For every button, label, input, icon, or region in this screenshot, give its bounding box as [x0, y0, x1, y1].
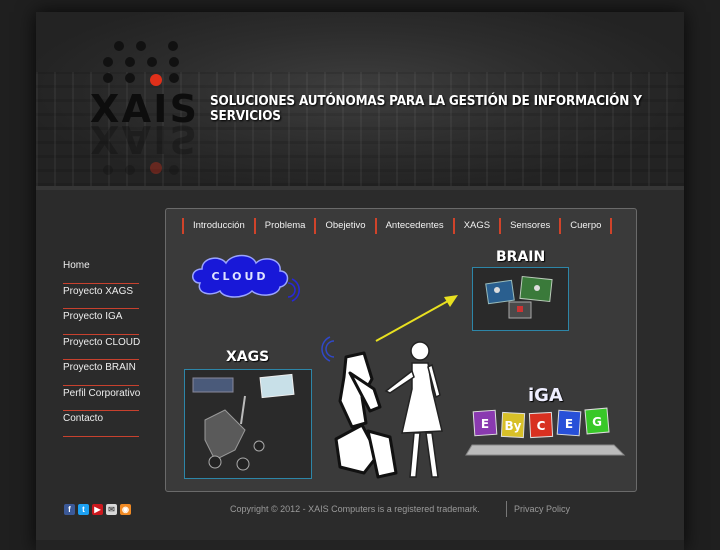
- footer-separator: [506, 501, 507, 517]
- sidebar-item-proyecto-iga[interactable]: Proyecto IGA: [63, 309, 139, 335]
- sidebar-item-contacto[interactable]: Contacto: [63, 411, 139, 437]
- facebook-icon[interactable]: f: [64, 504, 75, 515]
- twitter-icon[interactable]: t: [78, 504, 89, 515]
- sidebar-nav: Home Proyecto XAGS Proyecto IGA Proyecto…: [63, 258, 140, 437]
- xags-title: XAGS: [226, 349, 270, 365]
- sidebar-item-perfil-corporativo[interactable]: Perfil Corporativo: [63, 386, 140, 411]
- tab-xags[interactable]: XAGS: [452, 218, 499, 234]
- iga-block-3: C: [537, 419, 546, 433]
- rss-icon[interactable]: ◉: [120, 504, 131, 515]
- tab-bar: Introducción Problema Obejetivo Antecede…: [182, 218, 613, 234]
- page-frame: XAIS XAIS SOLUCIONES AUTÓNOMAS PARA LA G…: [36, 12, 684, 550]
- xais-logo[interactable]: XAIS XAIS: [88, 40, 198, 186]
- cloud-graphic[interactable]: CLOUD: [188, 249, 304, 305]
- bottom-bar: [36, 540, 684, 550]
- youtube-icon[interactable]: ▶: [92, 504, 103, 515]
- iga-block-1: E: [481, 417, 489, 431]
- tab-objetivo[interactable]: Obejetivo: [314, 218, 374, 234]
- tab-cuerpo[interactable]: Cuerpo: [559, 218, 613, 234]
- privacy-policy-link[interactable]: Privacy Policy: [514, 504, 570, 514]
- site-tagline: SOLUCIONES AUTÓNOMAS PARA LA GESTIÓN DE …: [210, 94, 642, 124]
- tab-problema[interactable]: Problema: [253, 218, 315, 234]
- social-icons: f t ▶ ✉ ◉: [64, 504, 131, 515]
- xags-photo[interactable]: [184, 369, 312, 479]
- copyright-text: Copyright © 2012 - XAIS Computers is a r…: [230, 504, 480, 514]
- iga-title: iGA: [528, 385, 563, 406]
- robot-parts-image: [192, 373, 295, 471]
- robot-and-woman-illustration: [321, 336, 443, 479]
- circuit-boards-image: [485, 275, 553, 319]
- cloud-label: CLOUD: [211, 270, 268, 283]
- svg-text:XAIS: XAIS: [90, 117, 195, 161]
- sidebar-item-proyecto-xags[interactable]: Proyecto XAGS: [63, 284, 139, 309]
- header-banner: XAIS XAIS SOLUCIONES AUTÓNOMAS PARA LA G…: [36, 12, 684, 186]
- tab-antecedentes[interactable]: Antecedentes: [374, 218, 453, 234]
- tab-sensores[interactable]: Sensores: [499, 218, 559, 234]
- iga-blocks-graphic: E By C E G: [465, 407, 626, 456]
- brain-title: BRAIN: [496, 249, 546, 265]
- sidebar-item-proyecto-cloud[interactable]: Proyecto CLOUD: [63, 335, 140, 360]
- iga-block-2: By: [505, 419, 522, 433]
- header-divider: [36, 186, 684, 190]
- main-panel: Introducción Problema Obejetivo Antecede…: [165, 208, 637, 492]
- iga-block-4: E: [565, 417, 573, 431]
- iga-block-5: G: [592, 415, 602, 429]
- email-icon[interactable]: ✉: [106, 504, 117, 515]
- sidebar-item-proyecto-brain[interactable]: Proyecto BRAIN: [63, 360, 139, 386]
- brain-photo[interactable]: [472, 267, 569, 331]
- sidebar-item-home[interactable]: Home: [63, 258, 139, 284]
- tab-introduccion[interactable]: Introducción: [182, 218, 254, 234]
